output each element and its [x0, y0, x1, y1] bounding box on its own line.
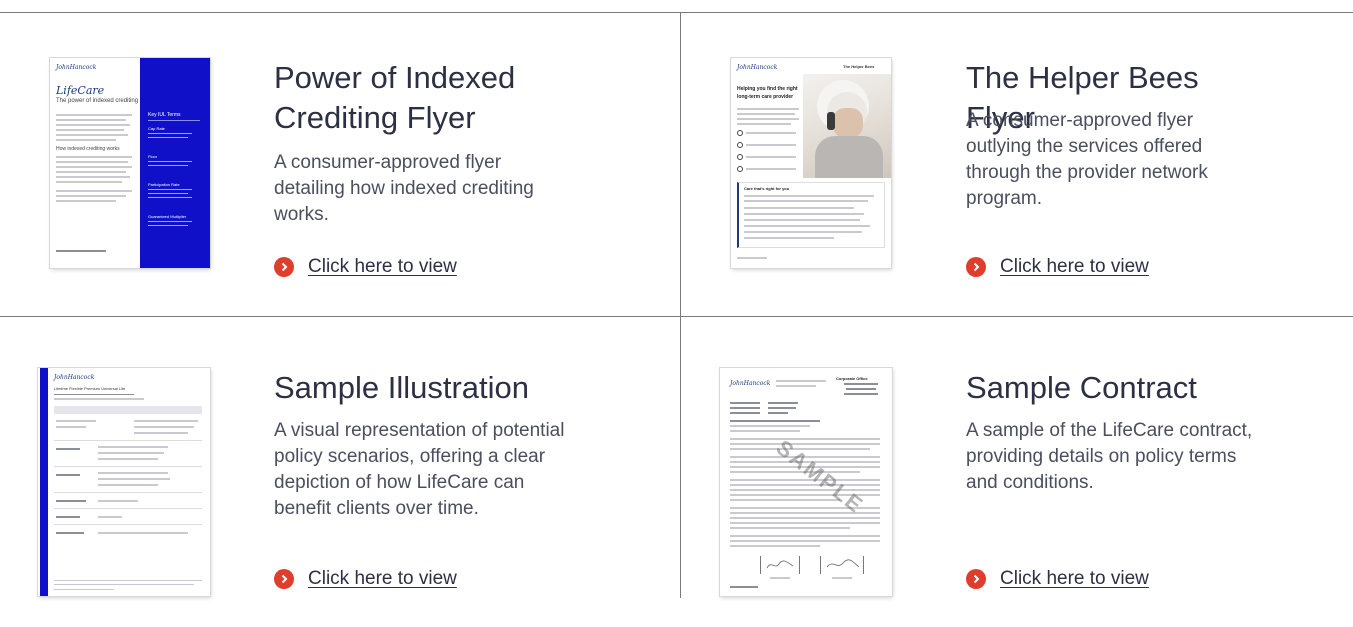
thumbnail-sidebar [40, 368, 48, 596]
view-link-label[interactable]: Click here to view [1000, 568, 1149, 590]
view-link-label[interactable]: Click here to view [308, 256, 457, 278]
flyer-thumbnail: JohnHancock The Helper Bees Helping you … [731, 58, 891, 268]
sidebar-term: Guaranteed Multiplier [148, 214, 187, 219]
contract-thumbnail: JohnHancock Corporate Office SAMPLE [720, 368, 892, 596]
portrait-photo [803, 74, 891, 178]
thumbnail-subheading: The power of indexed crediting [56, 98, 139, 104]
card-sample-illustration: JohnHancock Lifetime Flexible Premium Un… [38, 368, 698, 627]
card-title: Sample Contract [966, 370, 1197, 405]
brand-logo: JohnHancock [54, 374, 95, 381]
view-link[interactable]: Click here to view [274, 568, 457, 590]
signature-box-left [760, 556, 800, 574]
brand-logo: JohnHancock [730, 380, 771, 387]
thumbnail-heading-line2: long-term care provider [737, 94, 794, 100]
box-title: Care that's right for you [744, 186, 790, 191]
sidebar-term: Participation Rate [148, 182, 180, 187]
view-link[interactable]: Click here to view [966, 256, 1149, 278]
card-description: A sample of the LifeCare contract, provi… [966, 420, 1253, 493]
thumbnail-box: Care that's right for you [737, 182, 885, 248]
view-link[interactable]: Click here to view [966, 568, 1149, 590]
sidebar-title: Key IUL Terms [148, 112, 181, 118]
signature-box-right [820, 556, 864, 574]
chevron-right-circle-icon [966, 569, 986, 589]
view-link-label[interactable]: Click here to view [1000, 256, 1149, 278]
top-divider [0, 12, 1353, 13]
sidebar-term: Cap Rate [148, 126, 165, 131]
view-link[interactable]: Click here to view [274, 256, 457, 278]
card-description: A consumer-approved flyer outlying the s… [966, 110, 1208, 209]
card-helper-bees-flyer: JohnHancock The Helper Bees Helping you … [731, 58, 1353, 348]
chevron-right-circle-icon [274, 569, 294, 589]
brand-logo: JohnHancock [737, 64, 778, 71]
brand-logo: JohnHancock [56, 64, 97, 71]
partner-logo: The Helper Bees [843, 64, 875, 69]
card-description: A visual representation of potential pol… [274, 420, 565, 519]
thumbnail-header: Lifetime Flexible Premium Universal Life [54, 386, 126, 391]
chevron-right-circle-icon [274, 257, 294, 277]
illustration-thumbnail: JohnHancock Lifetime Flexible Premium Un… [38, 368, 210, 596]
thumbnail-heading: LifeCare [56, 84, 105, 97]
chevron-right-circle-icon [966, 257, 986, 277]
card-title: Power of Indexed Crediting Flyer [274, 60, 516, 135]
view-link-label[interactable]: Click here to view [308, 568, 457, 590]
flyer-thumbnail: JohnHancock LifeCare The power of indexe… [50, 58, 210, 268]
card-indexed-crediting-flyer: JohnHancock LifeCare The power of indexe… [50, 58, 710, 348]
sidebar-term: Floor [148, 154, 158, 159]
office-label: Corporate Office [836, 376, 868, 381]
card-sample-contract: JohnHancock Corporate Office SAMPLE Samp… [720, 368, 1353, 627]
thumbnail-heading-line1: Helping you find the right [737, 86, 798, 92]
thumbnail-sidebar: Key IUL Terms Cap Rate Floor Participati… [140, 58, 210, 268]
card-title: Sample Illustration [274, 370, 530, 405]
thumbnail-section-title: How indexed crediting works [56, 146, 120, 152]
card-description: A consumer-approved flyer detailing how … [274, 152, 534, 225]
